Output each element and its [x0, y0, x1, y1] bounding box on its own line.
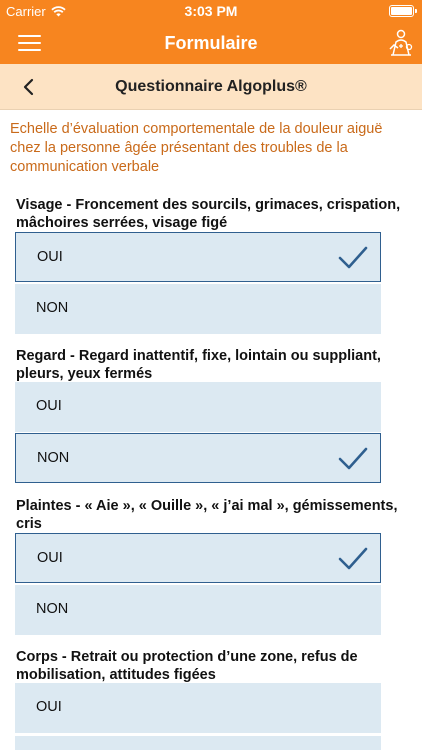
checkmark-icon [338, 447, 368, 470]
option-corps-oui[interactable]: OUI [15, 683, 381, 733]
status-bar: Carrier 3:03 PM [0, 0, 422, 22]
question-visage: Visage - Froncement des sourcils, grimac… [16, 197, 401, 231]
option-plaintes-oui[interactable]: OUI [15, 533, 381, 583]
option-label: NON [37, 450, 70, 466]
scale-description: Echelle d’évaluation comportementale de … [10, 121, 383, 175]
option-label: OUI [37, 550, 63, 566]
option-regard-non[interactable]: NON [15, 433, 381, 483]
option-regard-oui[interactable]: OUI [15, 382, 381, 432]
question-corps: Corps - Retrait ou protection d’une zone… [16, 649, 358, 683]
battery-icon [389, 5, 417, 17]
question-plaintes: Plaintes - « Aie », « Ouille », « j’ai m… [16, 498, 398, 532]
question-regard: Regard - Regard inattentif, fixe, lointa… [16, 348, 381, 382]
option-corps-non-partial[interactable] [15, 736, 381, 750]
option-label: OUI [37, 249, 63, 265]
checkmark-icon [338, 246, 368, 269]
option-label: OUI [36, 398, 62, 414]
checkmark-icon [338, 547, 368, 570]
nav-bar: Formulaire [0, 22, 422, 64]
option-label: NON [36, 601, 69, 617]
clock: 3:03 PM [184, 3, 238, 19]
option-visage-oui[interactable]: OUI [15, 232, 381, 282]
sub-header: Questionnaire Algoplus® [0, 64, 422, 110]
caregiver-icon[interactable] [388, 29, 414, 57]
option-visage-non[interactable]: NON [15, 284, 381, 334]
option-label: NON [36, 300, 69, 316]
option-plaintes-non[interactable]: NON [15, 585, 381, 635]
option-label: OUI [36, 699, 62, 715]
nav-title: Formulaire [164, 33, 258, 53]
questionnaire-title: Questionnaire Algoplus® [115, 78, 307, 95]
